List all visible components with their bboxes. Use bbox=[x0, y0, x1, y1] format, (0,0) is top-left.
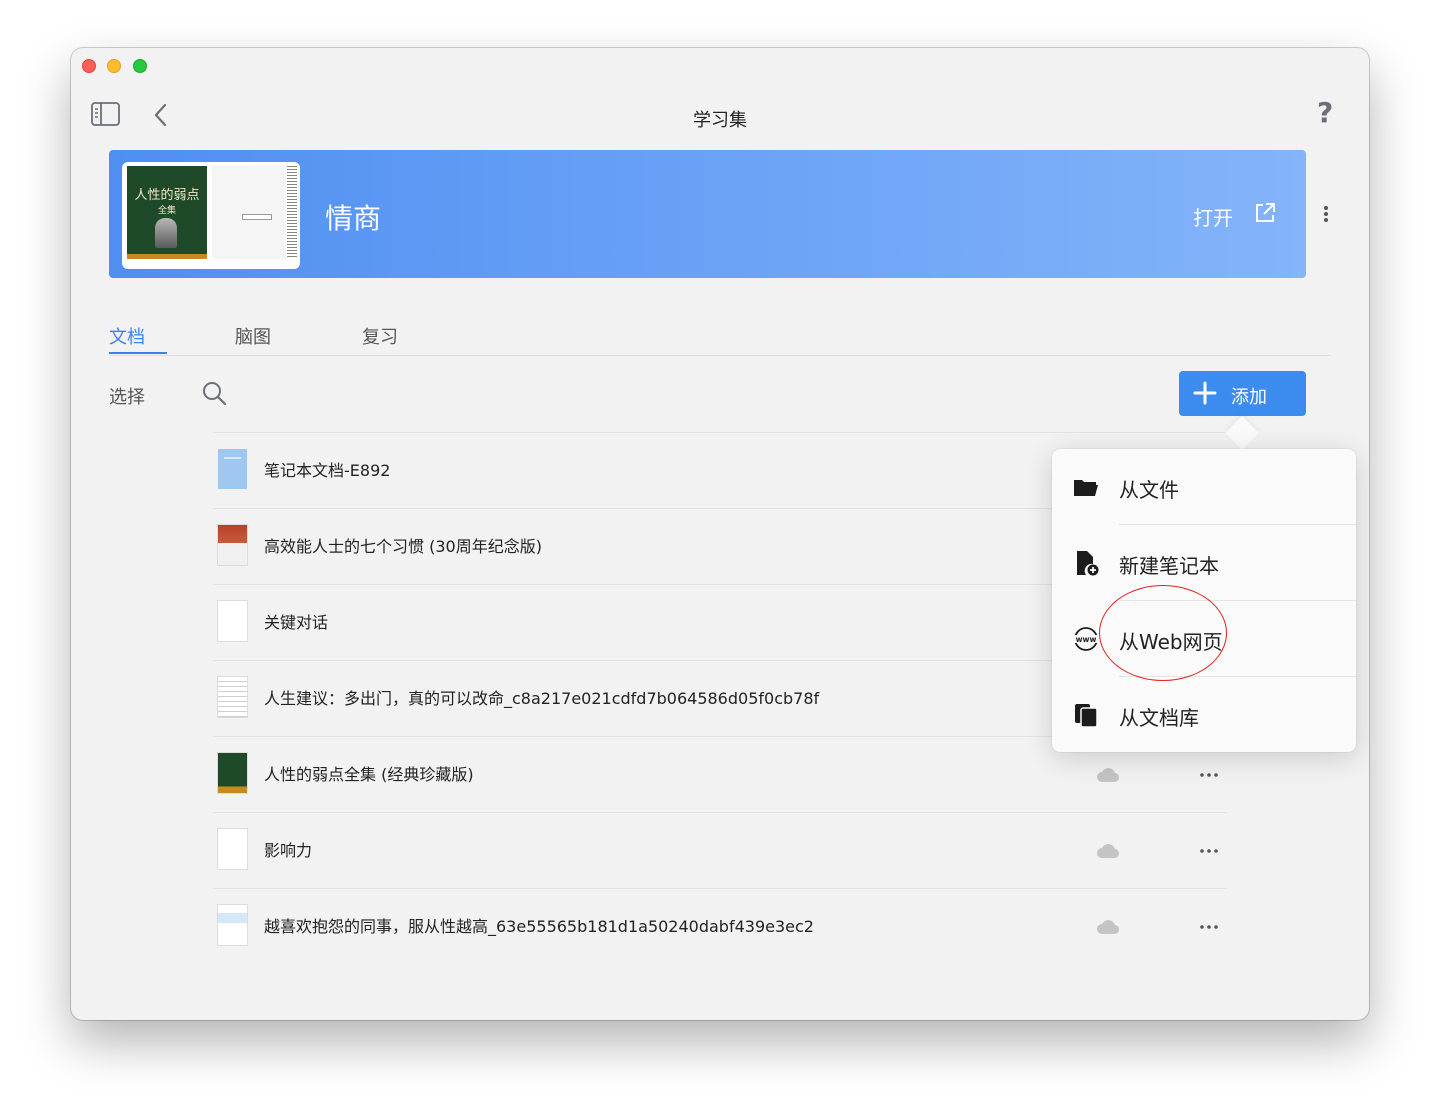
tabs-divider bbox=[109, 355, 1330, 356]
external-link-icon[interactable] bbox=[1254, 202, 1276, 224]
plus-icon bbox=[1193, 381, 1217, 405]
cover-subtitle: 全集 bbox=[157, 206, 176, 216]
document-title: 笔记本文档-E892 bbox=[264, 461, 391, 480]
add-button[interactable]: 添加 bbox=[1179, 371, 1306, 416]
list-item[interactable]: 越喜欢抱怨的同事，服从性越高_63e55565b181d1a50240dabf4… bbox=[214, 888, 1226, 964]
blank-page-thumbnail bbox=[218, 601, 247, 641]
search-icon[interactable] bbox=[201, 380, 227, 406]
menu-item-label: 从文件 bbox=[1119, 478, 1179, 502]
select-button[interactable]: 选择 bbox=[109, 383, 145, 409]
cloud-icon[interactable] bbox=[1096, 843, 1120, 859]
text-column-preview bbox=[287, 166, 297, 259]
document-title: 高效能人士的七个习惯 (30周年纪念版) bbox=[264, 537, 542, 556]
help-button[interactable]: ? bbox=[1317, 96, 1333, 129]
new-document-icon bbox=[1072, 549, 1100, 577]
cover-stripe bbox=[127, 254, 207, 259]
portrait-image bbox=[155, 218, 177, 248]
library-copy-icon bbox=[1072, 701, 1100, 729]
document-title: 人生建议：多出门，真的可以改命_c8a217e021cdfd7b064586d0… bbox=[264, 689, 820, 708]
cover-page-preview bbox=[212, 166, 286, 259]
folder-icon bbox=[1072, 473, 1100, 501]
menu-item-label: 从文档库 bbox=[1119, 706, 1199, 730]
cover-title: 人性的弱点 bbox=[134, 188, 200, 203]
document-title: 关键对话 bbox=[264, 613, 329, 632]
menu-item-label: 新建笔记本 bbox=[1119, 554, 1219, 578]
notebook-thumbnail bbox=[218, 449, 247, 489]
popover-arrow bbox=[1225, 416, 1259, 450]
more-icon[interactable] bbox=[1199, 917, 1219, 937]
more-options-icon[interactable] bbox=[1323, 205, 1329, 223]
tab-documents[interactable]: 文档 bbox=[109, 323, 145, 349]
more-icon[interactable] bbox=[1199, 841, 1219, 861]
menu-item-from-file[interactable]: 从文件 bbox=[1052, 449, 1356, 525]
more-icon[interactable] bbox=[1199, 765, 1219, 785]
text-page-thumbnail bbox=[218, 677, 247, 717]
collection-title: 情商 bbox=[325, 202, 382, 235]
highlight-ring-annotation bbox=[1099, 585, 1227, 681]
cover-thumbnail[interactable]: 人性的弱点 全集 bbox=[122, 162, 300, 269]
collection-banner: 人性的弱点 全集 情商 打开 bbox=[109, 150, 1306, 278]
add-button-label: 添加 bbox=[1231, 387, 1267, 408]
svg-text:www: www bbox=[1076, 635, 1097, 644]
active-tab-indicator bbox=[109, 352, 167, 354]
window-title: 学习集 bbox=[693, 110, 747, 131]
minimize-window-button[interactable] bbox=[107, 59, 121, 73]
page-label-box bbox=[242, 214, 272, 220]
blank-page-thumbnail bbox=[218, 829, 247, 869]
tab-mindmap[interactable]: 脑图 bbox=[235, 323, 271, 349]
menu-item-new-notebook[interactable]: 新建笔记本 bbox=[1052, 525, 1356, 601]
web-page-thumbnail bbox=[218, 905, 247, 945]
close-window-button[interactable] bbox=[82, 59, 96, 73]
app-window: 学习集 ? 人性的弱点 全集 情商 打开 文档 脑图 复习 选择 添加 笔记本文… bbox=[71, 48, 1369, 1020]
book-cover-image: 人性的弱点 全集 bbox=[127, 166, 207, 259]
www-globe-icon: www bbox=[1072, 625, 1100, 653]
open-button[interactable]: 打开 bbox=[1193, 202, 1233, 231]
cloud-icon[interactable] bbox=[1096, 919, 1120, 935]
book-cover-thumbnail bbox=[218, 753, 247, 793]
document-title: 影响力 bbox=[264, 841, 313, 860]
list-item[interactable]: 影响力 bbox=[214, 812, 1226, 888]
zoom-window-button[interactable] bbox=[133, 59, 147, 73]
tab-review[interactable]: 复习 bbox=[362, 323, 398, 349]
document-title: 越喜欢抱怨的同事，服从性越高_63e55565b181d1a50240dabf4… bbox=[264, 917, 814, 936]
book-cover-thumbnail bbox=[218, 525, 247, 565]
cloud-icon[interactable] bbox=[1096, 767, 1120, 783]
document-title: 人性的弱点全集 (经典珍藏版) bbox=[264, 765, 474, 784]
menu-item-from-library[interactable]: 从文档库 bbox=[1052, 677, 1356, 753]
